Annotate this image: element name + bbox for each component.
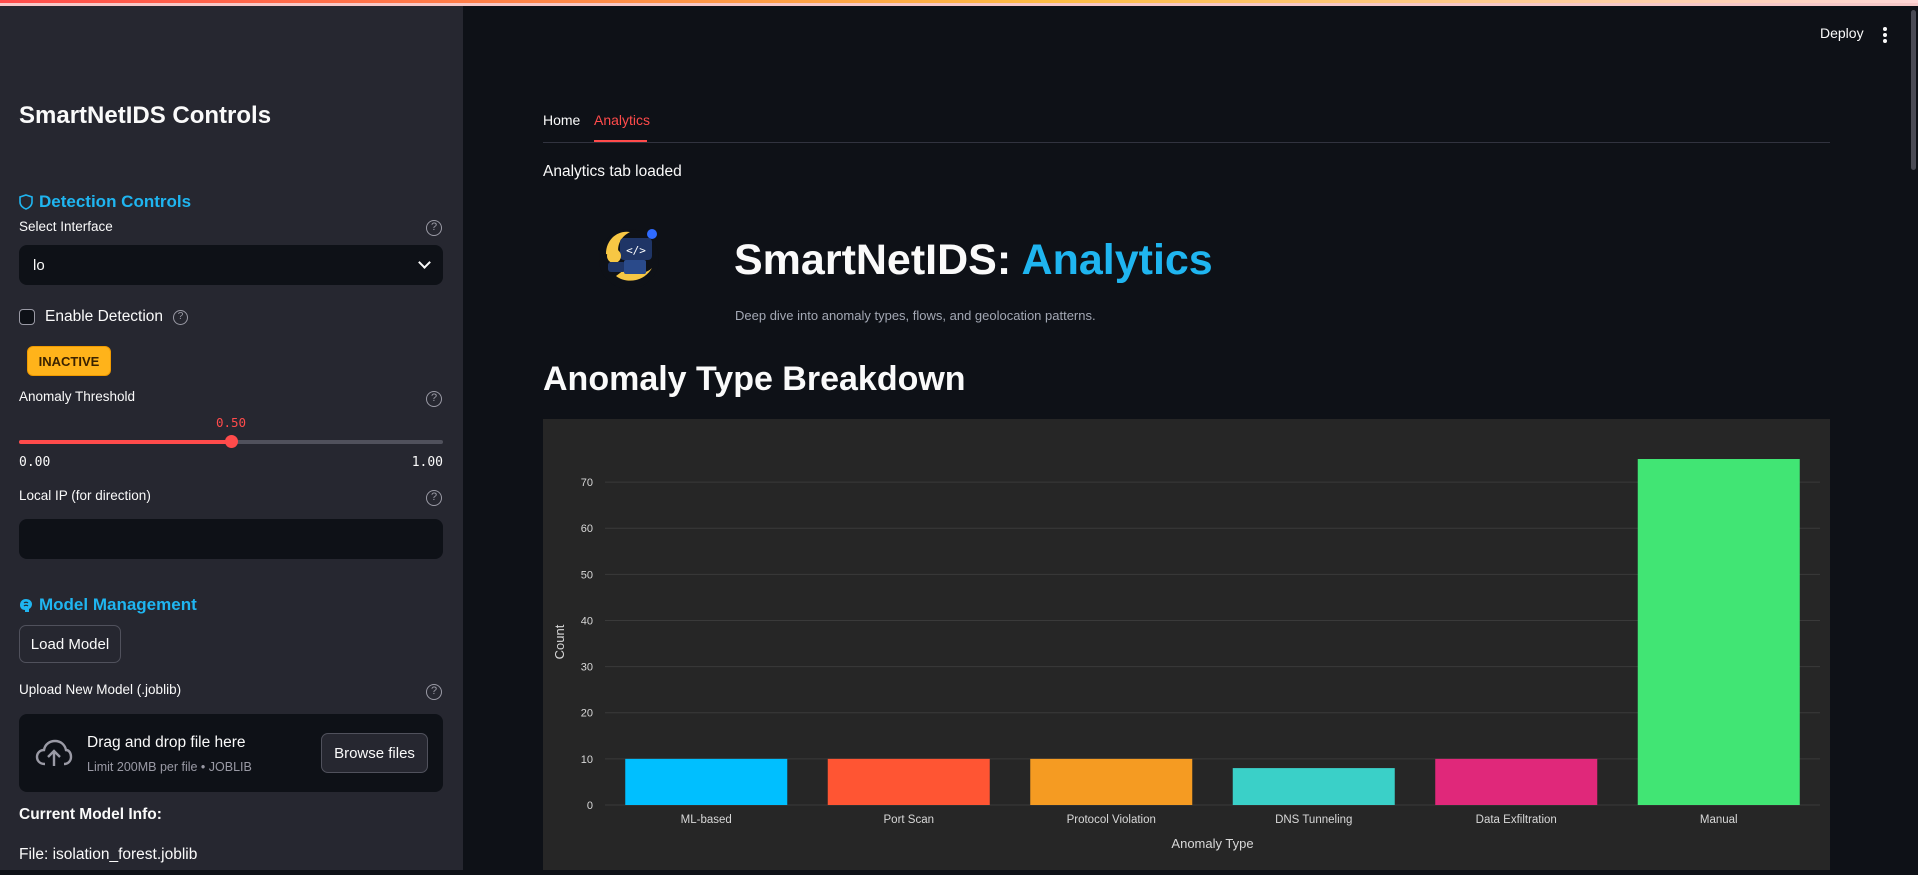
status-message: Analytics tab loaded (543, 163, 682, 180)
y-tick-label: 60 (581, 523, 593, 535)
interface-select-value: lo (33, 256, 45, 274)
x-tick-label: Manual (1700, 814, 1738, 826)
status-badge: INACTIVE (27, 346, 111, 376)
scrollbar[interactable] (1911, 10, 1916, 170)
page-title: SmartNetIDS: Analytics (734, 236, 1213, 285)
x-tick-label: Port Scan (884, 814, 935, 826)
model-management-heading: Model Management (19, 595, 197, 615)
interface-help-icon[interactable]: ? (426, 220, 442, 236)
local-ip-help-icon[interactable]: ? (426, 490, 442, 506)
enable-detection-help-icon[interactable]: ? (173, 309, 189, 325)
threshold-label: Anomaly Threshold (19, 389, 136, 404)
load-model-button[interactable]: Load Model (19, 625, 121, 663)
bar (1030, 758, 1193, 805)
y-tick-label: 0 (587, 800, 593, 812)
bar (827, 758, 990, 805)
detection-controls-heading: Detection Controls (19, 192, 191, 212)
cloud-upload-icon (35, 739, 73, 766)
detection-controls-label: Detection Controls (39, 192, 192, 211)
dropzone-limit: Limit 200MB per file • JOBLIB (87, 760, 252, 774)
x-tick-label: Protocol Violation (1067, 814, 1156, 826)
y-tick-label: 40 (581, 615, 593, 627)
active-tab-indicator (594, 140, 647, 142)
y-tick-label: 10 (581, 754, 593, 766)
tab-bar: Home Analytics (543, 110, 1830, 143)
page-subtitle: Deep dive into anomaly types, flows, and… (735, 308, 1096, 323)
local-ip-label: Local IP (for direction) (19, 488, 151, 503)
page-title-prefix: SmartNetIDS: (734, 236, 1022, 284)
sidebar: SmartNetIDS Controls Detection Controls … (0, 6, 463, 870)
x-tick-label: ML-based (681, 814, 732, 826)
threshold-value: 0.50 (215, 415, 247, 430)
threshold-slider-handle[interactable] (225, 435, 238, 448)
x-tick-label: Data Exfiltration (1476, 814, 1557, 826)
y-tick-label: 30 (581, 662, 593, 674)
threshold-max: 1.00 (411, 455, 443, 470)
upload-model-label: Upload New Model (.joblib) (19, 682, 182, 697)
y-tick-label: 50 (581, 569, 593, 581)
y-axis-title: Count (552, 624, 567, 659)
chevron-down-icon (418, 256, 431, 269)
bar (1232, 768, 1395, 805)
model-management-label: Model Management (39, 595, 197, 614)
sidebar-title: SmartNetIDS Controls (19, 102, 272, 129)
x-tick-label: DNS Tunneling (1275, 814, 1352, 826)
shield-icon (19, 194, 33, 210)
current-model-file: File: isolation_forest.joblib (19, 846, 198, 863)
bar (1637, 459, 1800, 805)
brain-icon (20, 599, 32, 612)
y-tick-label: 20 (581, 708, 593, 720)
logo-glyph: </> (626, 244, 646, 257)
x-axis-title: Anomaly Type (1171, 836, 1253, 851)
anomaly-bar-chart: 0 10 20 30 40 50 60 70 ML-based Port Scan Protocol… (552, 459, 1820, 851)
dropzone-title: Drag and drop file here (87, 734, 246, 751)
bar (1435, 758, 1598, 805)
enable-detection-row: Enable Detection ? (19, 308, 189, 326)
page-title-accent: Analytics (1021, 236, 1213, 284)
threshold-slider-fill (19, 440, 231, 444)
interface-select[interactable]: lo (19, 245, 443, 285)
tab-analytics[interactable]: Analytics (594, 112, 650, 128)
enable-detection-checkbox[interactable] (19, 309, 35, 325)
threshold-slider[interactable] (19, 435, 443, 448)
y-tick-label: 70 (581, 477, 593, 489)
local-ip-input[interactable] (19, 519, 443, 559)
browse-files-button[interactable]: Browse files (321, 733, 428, 773)
bar (625, 758, 788, 805)
deploy-button[interactable]: Deploy (1820, 25, 1864, 41)
anomaly-chart-container: 0 10 20 30 40 50 60 70 ML-based Port Scan Protocol… (543, 419, 1830, 870)
threshold-min: 0.00 (19, 455, 51, 470)
enable-detection-label[interactable]: Enable Detection (45, 308, 163, 326)
upload-help-icon[interactable]: ? (426, 684, 442, 700)
main-menu-icon[interactable] (1883, 27, 1887, 45)
tab-home[interactable]: Home (543, 112, 580, 128)
coder-logo-icon: </> (599, 229, 659, 289)
file-dropzone[interactable]: Drag and drop file here Limit 200MB per … (19, 714, 443, 792)
section-heading: Anomaly Type Breakdown (543, 360, 966, 398)
current-model-info-label: Current Model Info: (19, 806, 162, 823)
interface-label: Select Interface (19, 219, 113, 234)
threshold-help-icon[interactable]: ? (426, 391, 442, 407)
